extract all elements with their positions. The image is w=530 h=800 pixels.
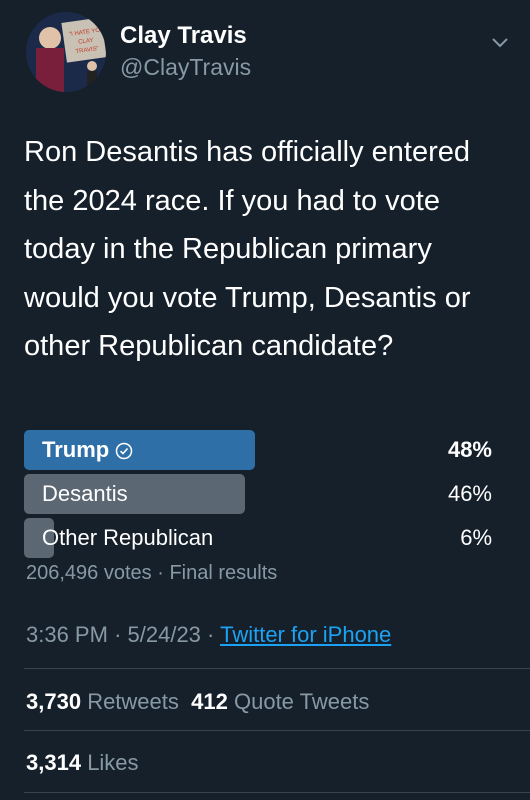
retweets-stat[interactable]: 3,730 Retweets: [26, 689, 179, 714]
separator: ·: [207, 622, 215, 647]
quotes-count: 412: [191, 689, 228, 714]
divider: [24, 668, 530, 669]
likes-stat[interactable]: 3,314 Likes: [26, 750, 139, 776]
poll-footer: 206,496 votes · Final results: [26, 562, 277, 585]
likes-label: Likes: [87, 750, 139, 775]
poll-option-label: Trump: [42, 430, 133, 470]
poll-option-other-republican: Other Republican 6%: [24, 518, 492, 558]
quotes-label: Quote Tweets: [233, 689, 370, 714]
poll-option-percent: 48%: [447, 437, 492, 462]
poll-option-label: Desantis: [42, 481, 128, 506]
separator: ·: [157, 562, 164, 584]
avatar[interactable]: "I HATE YOU CLAY TRAVIS": [26, 12, 106, 92]
engagement-stats: 3,730 Retweets 412 Quote Tweets: [26, 689, 369, 715]
divider: [24, 730, 530, 731]
retweets-count: 3,730: [26, 689, 82, 714]
poll-option-label: Other Republican: [42, 525, 214, 550]
poll-option-trump: Trump 48%: [24, 430, 492, 470]
tweet-text: Ron Desantis has officially entered the …: [24, 136, 471, 362]
tweet-date[interactable]: 5/24/23: [128, 622, 201, 647]
poll-option-percent: 6%: [460, 525, 492, 550]
poll-status: Final results: [169, 562, 278, 584]
tweet-header: "I HATE YOU CLAY TRAVIS" Clay Travis @Cl…: [24, 10, 514, 100]
poll: Trump 48% Desantis 46% Other Republican …: [24, 430, 492, 562]
author-handle[interactable]: @ClayTravis: [120, 54, 251, 81]
tweet-time[interactable]: 3:36 PM: [26, 622, 108, 647]
poll-option-percent: 46%: [447, 481, 492, 506]
poll-votes: 206,496 votes: [26, 562, 152, 584]
poll-option-text: Trump: [42, 437, 110, 462]
check-circle-icon: [115, 442, 133, 460]
source-link[interactable]: Twitter for iPhone: [220, 622, 391, 647]
retweets-label: Retweets: [87, 689, 179, 714]
quotes-stat[interactable]: 412 Quote Tweets: [191, 689, 369, 714]
divider: [24, 792, 530, 793]
poll-option-desantis: Desantis 46%: [24, 474, 492, 514]
avatar-image: "I HATE YOU CLAY TRAVIS": [26, 12, 106, 92]
tweet-timestamp: 3:36 PM · 5/24/23 · Twitter for iPhone: [26, 622, 391, 648]
author-name[interactable]: Clay Travis: [120, 22, 247, 50]
separator: ·: [114, 622, 122, 647]
chevron-down-icon[interactable]: [490, 32, 510, 52]
likes-count: 3,314: [26, 750, 82, 775]
